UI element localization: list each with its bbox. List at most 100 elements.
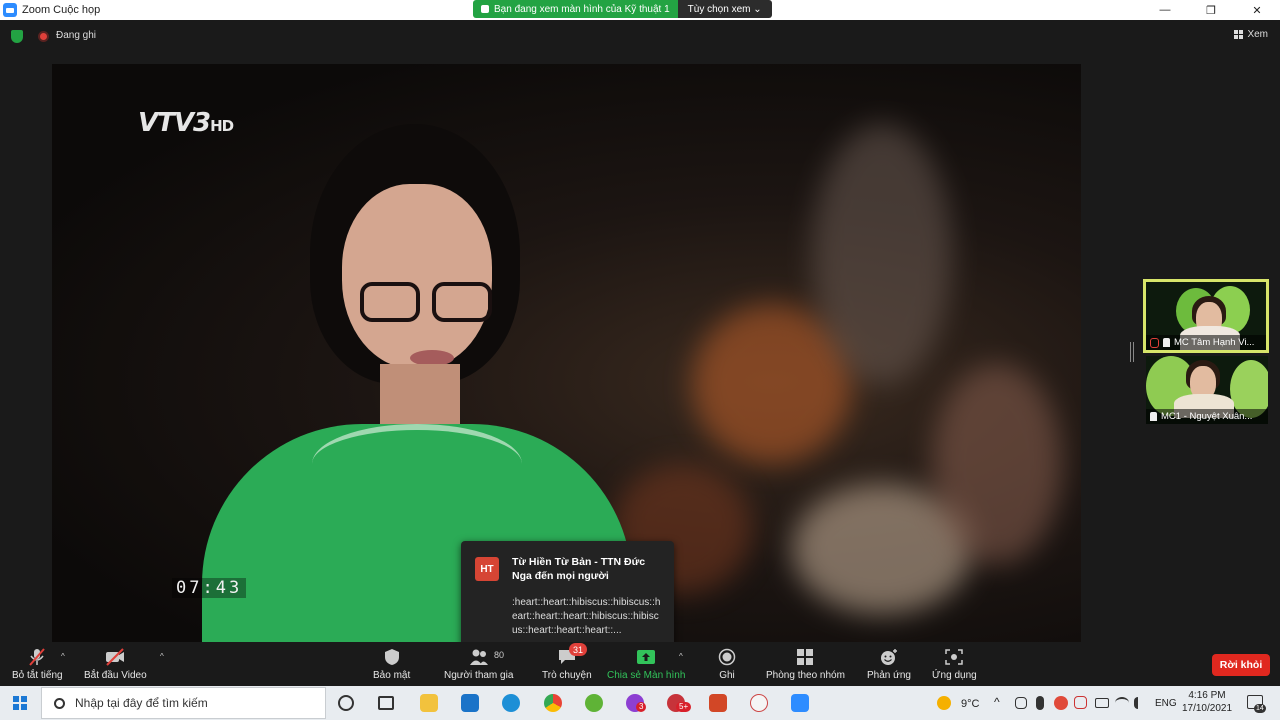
volume-muted-icon[interactable] (1134, 697, 1146, 709)
reaction-smiley-icon (880, 649, 897, 665)
participants-count: 80 (494, 650, 505, 660)
channel-logo: VTV3HD (138, 108, 234, 138)
maximize-button[interactable]: ❐ (1188, 0, 1234, 20)
mail-icon[interactable] (461, 694, 479, 712)
record-label: Ghi (719, 670, 735, 681)
glasses-lens (432, 282, 492, 322)
meeting-area: Đang ghi Xem VTV3HD 07:43 MC Tâm Hạnh Vi… (0, 20, 1280, 651)
breakout-rooms-button[interactable]: Phòng theo nhóm (766, 648, 845, 684)
share-screen-button[interactable]: Chia sẻ Màn hình (607, 648, 685, 684)
clock-date: 17/10/2021 (1181, 703, 1233, 714)
video-bokeh (932, 364, 1062, 564)
shield-icon (384, 649, 399, 665)
chat-app-badge: 5+ (676, 702, 692, 712)
glasses-lens (360, 282, 420, 322)
audio-options-caret[interactable]: ^ (61, 652, 65, 661)
participant-name: MC Tâm Hạnh Vi... (1174, 337, 1255, 348)
grid-view-icon (1234, 30, 1244, 39)
edge-icon[interactable] (502, 694, 520, 712)
zoom-app-icon (3, 3, 17, 17)
task-view-icon[interactable] (378, 696, 394, 710)
title-bar: Zoom Cuộc họp Bạn đang xem màn hình của … (0, 0, 1280, 20)
encryption-shield-icon[interactable] (11, 30, 23, 43)
microphone-tray-icon[interactable] (1036, 696, 1044, 710)
close-button[interactable]: ✕ (1234, 0, 1280, 20)
apps-icon (945, 649, 964, 665)
sender-avatar: HT (475, 557, 499, 581)
video-timer: 07:43 (172, 578, 247, 598)
snipping-tool-icon[interactable] (750, 694, 768, 712)
chat-label: Trò chuyện (542, 670, 592, 681)
clock-time: 4:16 PM (1188, 690, 1226, 701)
security-button[interactable]: Bảo mật (373, 648, 410, 684)
unmute-label: Bỏ tắt tiếng (12, 670, 63, 681)
security-label: Bảo mật (373, 670, 411, 681)
view-label: Xem (1247, 29, 1268, 40)
chrome-icon[interactable] (544, 694, 562, 712)
screen-share-icon (481, 5, 489, 13)
breakout-rooms-icon (797, 649, 814, 665)
video-off-icon (106, 648, 125, 666)
pin-icon (1163, 338, 1170, 347)
apps-label: Ứng dụng (932, 670, 977, 681)
cortana-icon[interactable] (338, 695, 354, 711)
windows-taskbar: 3 5+ 9°C ^ ENG 4:16 PM 17/10/2021 14 (0, 686, 1280, 720)
unmute-button[interactable]: Bỏ tắt tiếng (12, 648, 63, 684)
participant-label: MC Tâm Hạnh Vi... (1146, 335, 1266, 350)
tray-chevron-icon[interactable]: ^ (994, 695, 1000, 709)
vietnamese-ime-icon[interactable] (1074, 696, 1087, 709)
meeting-toolbar: Bỏ tắt tiếng ^ Bắt đầu Video ^ Bảo mật N… (0, 642, 1280, 686)
start-video-button[interactable]: Bắt đầu Video (84, 648, 147, 684)
share-options-caret[interactable]: ^ (679, 652, 683, 661)
wifi-icon[interactable] (1115, 697, 1129, 709)
presenter-glasses (360, 282, 500, 324)
viewing-share-text: Bạn đang xem màn hình của Kỹ thuật 1 (494, 3, 670, 15)
participant-thumbnail[interactable]: MC1 - Nguyệt Xuân... (1146, 356, 1268, 424)
coccoc-icon[interactable] (585, 694, 603, 712)
notification-count: 14 (1254, 704, 1266, 713)
minimize-button[interactable]: — (1142, 0, 1188, 20)
participant-name: MC1 - Nguyệt Xuân... (1161, 411, 1253, 422)
battery-icon[interactable] (1095, 698, 1109, 708)
viewing-share-indicator: Bạn đang xem màn hình của Kỹ thuật 1 (473, 0, 678, 18)
taskbar-clock[interactable]: 4:16 PM 17/10/2021 (1178, 689, 1236, 715)
pin-icon (1150, 412, 1157, 421)
participant-thumbnail[interactable]: MC Tâm Hạnh Vi... (1143, 279, 1269, 353)
participants-label: Người tham gia (444, 670, 514, 681)
status-row: Đang ghi Xem (0, 26, 1280, 46)
record-icon (718, 648, 736, 666)
view-button[interactable]: Xem (1234, 29, 1268, 40)
chat-message: :heart::heart::hibiscus::hibiscus::heart… (512, 597, 661, 636)
tray-app-icon[interactable] (1015, 697, 1027, 709)
view-options-button[interactable]: Tùy chọn xem ⌄ (677, 0, 772, 18)
share-screen-icon (637, 650, 656, 664)
channel-hd-text: HD (210, 117, 234, 135)
video-bokeh (812, 124, 952, 384)
powerpoint-icon[interactable] (709, 694, 727, 712)
chat-notification[interactable]: HT Từ Hiền Từ Bản - TTN Đức Nga đến mọi … (461, 541, 674, 651)
participants-icon (469, 649, 488, 665)
input-language[interactable]: ENG (1155, 698, 1177, 709)
window-controls: — ❐ ✕ (1142, 0, 1280, 20)
file-explorer-icon[interactable] (420, 694, 438, 712)
video-options-caret[interactable]: ^ (160, 652, 164, 661)
taskbar-search[interactable] (41, 687, 326, 719)
chat-badge: 31 (569, 643, 588, 656)
mic-muted-icon (29, 648, 46, 666)
chat-sender: Từ Hiền Từ Bản - TTN Đức Nga đến mọi ngư… (512, 556, 646, 582)
antivirus-tray-icon[interactable] (1054, 696, 1068, 710)
presenter-collar (312, 424, 522, 504)
share-screen-label: Chia sẻ Màn hình (607, 670, 686, 681)
weather-icon[interactable] (937, 696, 951, 710)
windows-start-icon[interactable] (13, 696, 27, 710)
apps-button[interactable]: Ứng dụng (932, 648, 977, 684)
leave-meeting-button[interactable]: Rời khỏi (1212, 654, 1270, 676)
reactions-label: Phản ứng (867, 670, 911, 681)
taskbar-search-input[interactable] (75, 696, 305, 710)
panel-resize-handle[interactable] (1130, 342, 1134, 362)
reactions-button[interactable]: Phản ứng (867, 648, 911, 684)
zoom-taskbar-icon[interactable] (791, 694, 809, 712)
record-button[interactable]: Ghi (717, 648, 737, 684)
messenger-badge: 3 (636, 702, 647, 712)
share-banner: Bạn đang xem màn hình của Kỹ thuật 1 Tùy… (473, 0, 772, 18)
